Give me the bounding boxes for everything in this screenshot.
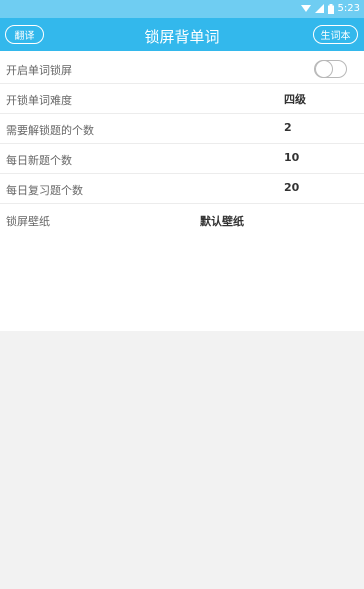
- setting-row-unlock-count[interactable]: 需要解锁题的个数 2: [0, 114, 364, 144]
- divider: [0, 203, 364, 204]
- settings-list: 开启单词锁屏 开锁单词难度 四级 需要解锁题的个数 2 每日新题个数 10 每日…: [0, 51, 364, 331]
- setting-row-difficulty[interactable]: 开锁单词难度 四级: [0, 84, 364, 114]
- enable-lockscreen-toggle[interactable]: [314, 60, 347, 78]
- status-bar: 5:23: [0, 0, 364, 18]
- setting-row-daily-new[interactable]: 每日新题个数 10: [0, 144, 364, 174]
- status-time: 5:23: [337, 3, 360, 14]
- setting-label: 每日新题个数: [6, 154, 72, 167]
- setting-value: 2: [284, 121, 292, 134]
- setting-row-enable-lockscreen[interactable]: 开启单词锁屏: [0, 54, 364, 84]
- signal-icon: [314, 4, 324, 13]
- setting-value: 默认壁纸: [200, 215, 244, 228]
- toggle-knob: [315, 60, 333, 78]
- setting-label: 需要解锁题的个数: [6, 124, 94, 137]
- setting-label: 锁屏壁纸: [6, 215, 50, 228]
- vocabulary-book-button[interactable]: 生词本: [313, 25, 358, 44]
- setting-label: 开启单词锁屏: [6, 64, 72, 77]
- status-icons: 5:23: [300, 3, 360, 14]
- setting-label: 每日复习题个数: [6, 184, 83, 197]
- setting-value: 20: [284, 181, 300, 194]
- setting-value: 四级: [284, 93, 306, 106]
- setting-label: 开锁单词难度: [6, 94, 72, 107]
- setting-value: 10: [284, 151, 300, 164]
- setting-row-daily-review[interactable]: 每日复习题个数 20: [0, 174, 364, 204]
- app-header: 翻译 锁屏背单词 生词本: [0, 18, 364, 51]
- page-title: 锁屏背单词: [144, 28, 220, 46]
- wifi-icon: [300, 5, 311, 12]
- battery-icon: [327, 3, 334, 14]
- setting-row-wallpaper[interactable]: 锁屏壁纸 默认壁纸: [0, 205, 364, 235]
